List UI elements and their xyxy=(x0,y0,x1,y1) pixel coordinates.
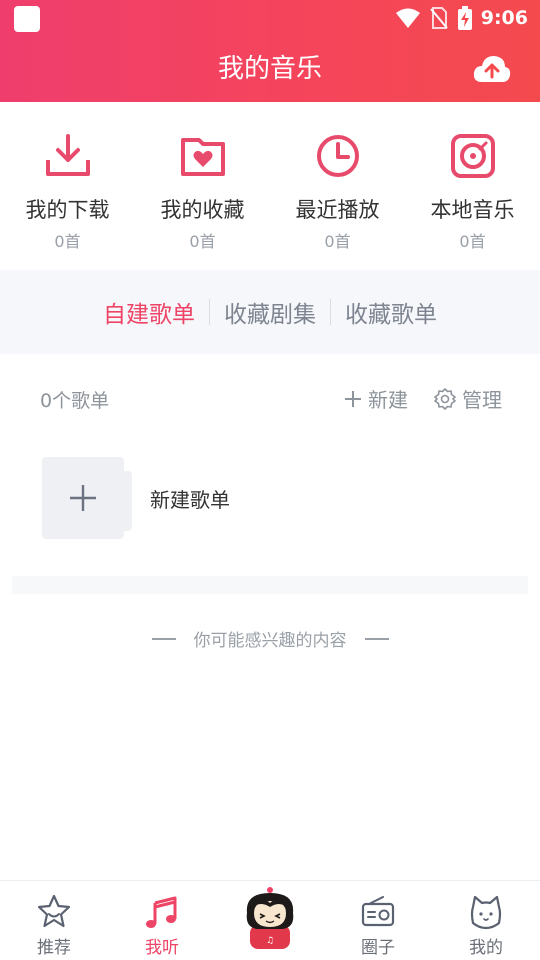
quick-count: 0首 xyxy=(189,232,216,251)
tab-created-playlists[interactable]: 自建歌单 xyxy=(89,295,209,329)
quick-count: 0首 xyxy=(459,232,486,251)
interest-title: 你可能感兴趣的内容 xyxy=(193,631,347,651)
divider-line xyxy=(151,637,176,640)
interest-header: 你可能感兴趣的内容 xyxy=(0,626,540,651)
nav-label: 推荐 xyxy=(37,938,71,958)
gear-icon xyxy=(434,387,456,410)
status-time: 9:06 xyxy=(480,7,528,29)
nav-circle[interactable]: 圈子 xyxy=(324,881,432,960)
playlist-tabs: 自建歌单 收藏剧集 收藏歌单 xyxy=(0,270,540,354)
nav-label: 我听 xyxy=(145,938,179,958)
star-face-icon xyxy=(37,894,71,928)
quick-count: 0首 xyxy=(54,232,81,251)
quick-label: 最近播放 xyxy=(295,198,380,222)
radio-icon xyxy=(361,896,395,927)
manage-button[interactable]: 管理 xyxy=(434,384,502,413)
nav-label: 圈子 xyxy=(361,938,395,958)
quick-local[interactable]: 本地音乐 0首 xyxy=(405,118,540,258)
clock-icon xyxy=(316,135,359,177)
nav-label: 我的 xyxy=(469,938,503,958)
svg-text:♫: ♫ xyxy=(266,936,274,946)
wifi-icon xyxy=(395,8,420,28)
quick-label: 本地音乐 xyxy=(430,198,515,222)
nav-recommend[interactable]: 推荐 xyxy=(0,881,108,960)
divider-line xyxy=(364,637,389,640)
plus-icon xyxy=(70,485,96,511)
playlist-actions: 新建 管理 xyxy=(344,384,502,413)
quick-favorites[interactable]: 我的收藏 0首 xyxy=(135,118,270,258)
vinyl-icon xyxy=(450,134,495,178)
header: 9:06 我的音乐 xyxy=(0,0,540,102)
quick-downloads[interactable]: 我的下载 0首 xyxy=(0,118,135,258)
app-notification-icon xyxy=(14,6,40,32)
cloud-upload-icon[interactable] xyxy=(472,52,512,86)
nav-center[interactable]: ♫ xyxy=(216,881,324,960)
status-bar: 9:06 xyxy=(0,0,540,36)
quick-recent[interactable]: 最近播放 0首 xyxy=(270,118,405,258)
manage-label: 管理 xyxy=(462,388,502,412)
status-icons: 9:06 xyxy=(395,4,528,32)
quick-label: 我的下载 xyxy=(25,198,110,222)
quick-label: 我的收藏 xyxy=(160,198,245,222)
page: 9:06 我的音乐 我的下载 0首 我的收藏 0首 最近播放 0首 本地音乐 0… xyxy=(0,0,540,960)
quick-count: 0首 xyxy=(324,232,351,251)
music-note-icon xyxy=(146,896,177,928)
nav-listen[interactable]: 我听 xyxy=(108,881,216,960)
bottom-nav: 推荐 我听 ♫ 圈子 我的 xyxy=(0,880,540,960)
cover-edge xyxy=(124,471,132,531)
tab-collected-playlists[interactable]: 收藏歌单 xyxy=(331,295,451,329)
battery-charging-icon xyxy=(457,6,472,30)
quick-entries: 我的下载 0首 我的收藏 0首 最近播放 0首 本地音乐 0首 xyxy=(0,118,540,258)
plus-icon xyxy=(345,390,361,407)
new-playlist-cover xyxy=(42,457,132,539)
tab-collected-dramas[interactable]: 收藏剧集 xyxy=(210,295,330,329)
playlist-count: 0个歌单 xyxy=(40,390,110,412)
section-divider xyxy=(12,576,528,594)
heart-folder-icon xyxy=(180,138,225,176)
download-icon xyxy=(45,134,90,176)
new-playlist-button[interactable]: 新建 xyxy=(344,384,408,413)
cat-face-icon xyxy=(470,895,502,930)
no-sim-icon xyxy=(429,7,448,29)
page-title: 我的音乐 xyxy=(217,54,322,84)
avatar-character-icon: ♫ xyxy=(246,887,294,949)
new-label: 新建 xyxy=(368,388,408,412)
new-playlist-row[interactable]: 新建歌单 xyxy=(42,456,502,540)
nav-mine[interactable]: 我的 xyxy=(432,881,540,960)
new-playlist-label: 新建歌单 xyxy=(150,487,230,512)
